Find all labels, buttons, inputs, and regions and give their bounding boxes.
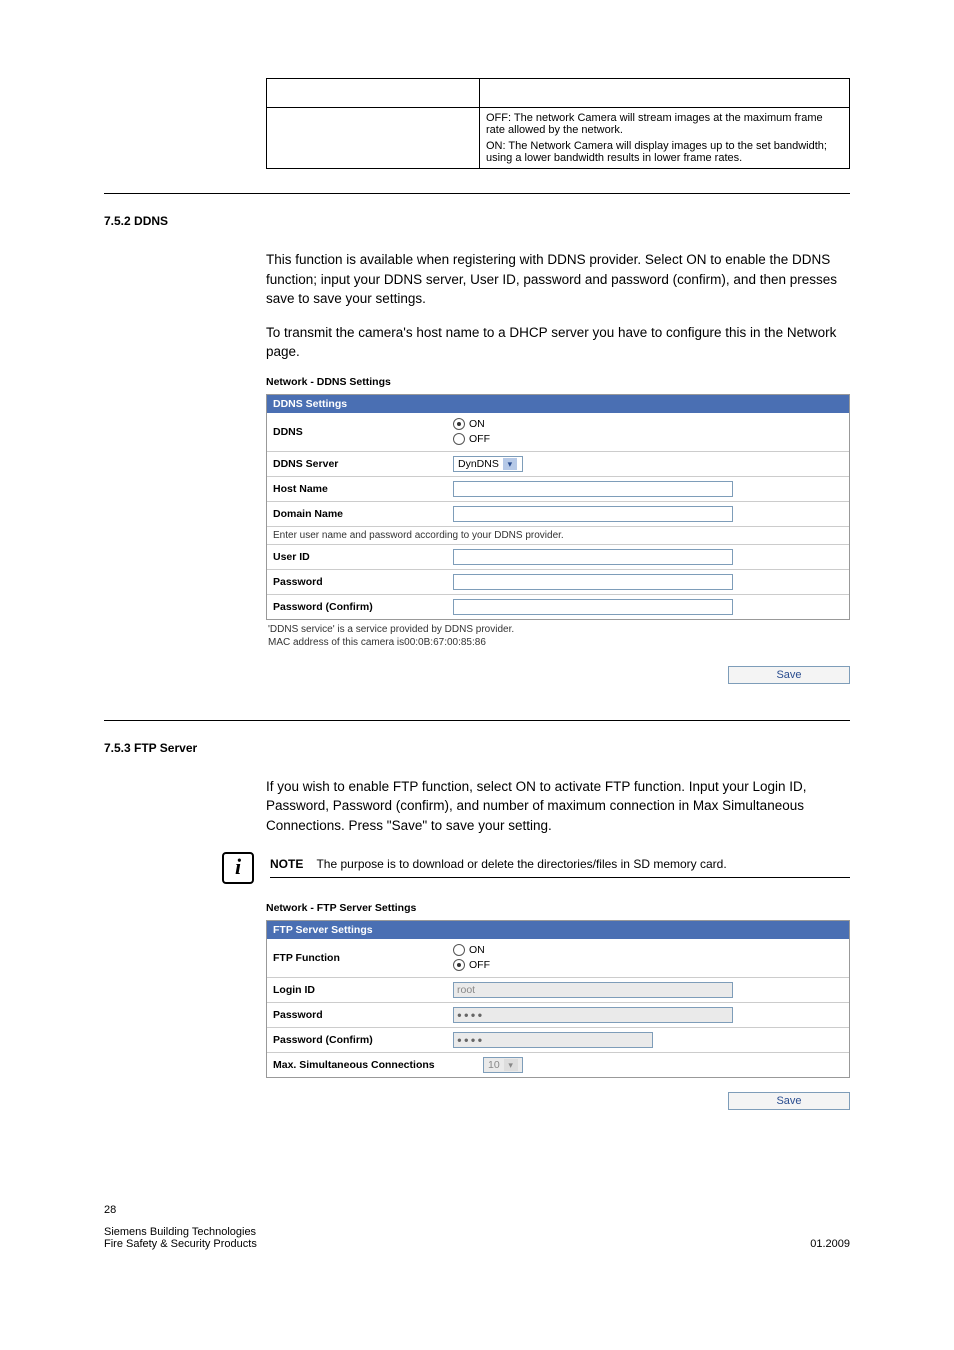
ftp-paragraph-1: If you wish to enable FTP function, sele… (266, 777, 850, 836)
chevron-down-icon: ▾ (504, 1059, 518, 1071)
max-connections-label: Max. Simultaneous Connections (273, 1059, 483, 1071)
ddns-password-confirm-input[interactable] (453, 599, 733, 615)
note-label: NOTE (270, 857, 303, 871)
ddns-label: DDNS (273, 426, 453, 438)
ftp-password-confirm-input[interactable]: ●●●● (453, 1032, 653, 1048)
ftp-function-label: FTP Function (273, 952, 453, 964)
radio-selected-icon (453, 959, 465, 971)
ddns-paragraph-2: To transmit the camera's host name to a … (266, 323, 850, 362)
ddns-note: Enter user name and password according t… (267, 526, 849, 544)
domain-name-label: Domain Name (273, 508, 453, 520)
ftp-password-input[interactable]: ●●●● (453, 1007, 733, 1023)
bandwidth-table: OFF: The network Camera will stream imag… (266, 78, 850, 169)
footer-date: 01.2009 (810, 1238, 850, 1250)
ftp-screenshot-title: Network - FTP Server Settings (266, 902, 850, 914)
section-heading-ddns: 7.5.2 DDNS (104, 214, 168, 228)
max-connections-select[interactable]: 10▾ (483, 1057, 523, 1073)
radio-selected-icon (453, 418, 465, 430)
ftp-panel-header: FTP Server Settings (267, 921, 849, 939)
ftp-save-button[interactable]: Save (728, 1092, 850, 1110)
radio-unselected-icon (453, 433, 465, 445)
footer-company: Siemens Building Technologies (104, 1226, 256, 1238)
footer-division: Fire Safety & Security Products (104, 1238, 257, 1250)
page-footer: 28 Siemens Building Technologies Fire Sa… (104, 1204, 850, 1250)
login-id-label: Login ID (273, 984, 453, 996)
radio-unselected-icon (453, 944, 465, 956)
ddns-server-label: DDNS Server (273, 458, 453, 470)
ddns-footnote: 'DDNS service' is a service provided by … (266, 620, 850, 652)
ftp-on-radio[interactable]: ON (453, 943, 843, 958)
ddns-paragraph-1: This function is available when register… (266, 250, 850, 309)
domain-name-input[interactable] (453, 506, 733, 522)
ftp-off-radio[interactable]: OFF (453, 958, 843, 973)
ddns-screenshot-title: Network - DDNS Settings (266, 376, 850, 388)
ddns-server-select[interactable]: DynDNS▾ (453, 456, 523, 472)
ddns-save-button[interactable]: Save (728, 666, 850, 684)
ftp-password-confirm-label: Password (Confirm) (273, 1034, 453, 1046)
login-id-input[interactable]: root (453, 982, 733, 998)
ftp-password-label: Password (273, 1009, 453, 1021)
ddns-on-radio[interactable]: ON (453, 417, 843, 432)
section-heading-ftp: 7.5.3 FTP Server (104, 741, 197, 755)
ddns-off-radio[interactable]: OFF (453, 432, 843, 447)
host-name-input[interactable] (453, 481, 733, 497)
chevron-down-icon: ▾ (503, 458, 517, 470)
page-number: 28 (104, 1204, 850, 1216)
user-id-input[interactable] (453, 549, 733, 565)
table-row-label (267, 108, 480, 169)
ddns-password-input[interactable] (453, 574, 733, 590)
note-text: The purpose is to download or delete the… (316, 857, 726, 871)
info-icon: i (222, 852, 254, 884)
table-row-desc: OFF: The network Camera will stream imag… (480, 108, 850, 169)
section-divider (104, 720, 850, 721)
host-name-label: Host Name (273, 483, 453, 495)
ftp-screenshot: Network - FTP Server Settings FTP Server… (266, 902, 850, 1110)
section-divider (104, 193, 850, 194)
ddns-screenshot: Network - DDNS Settings DDNS Settings DD… (266, 376, 850, 684)
ddns-password-label: Password (273, 576, 453, 588)
ddns-panel-header: DDNS Settings (267, 395, 849, 413)
ddns-password-confirm-label: Password (Confirm) (273, 601, 453, 613)
user-id-label: User ID (273, 551, 453, 563)
